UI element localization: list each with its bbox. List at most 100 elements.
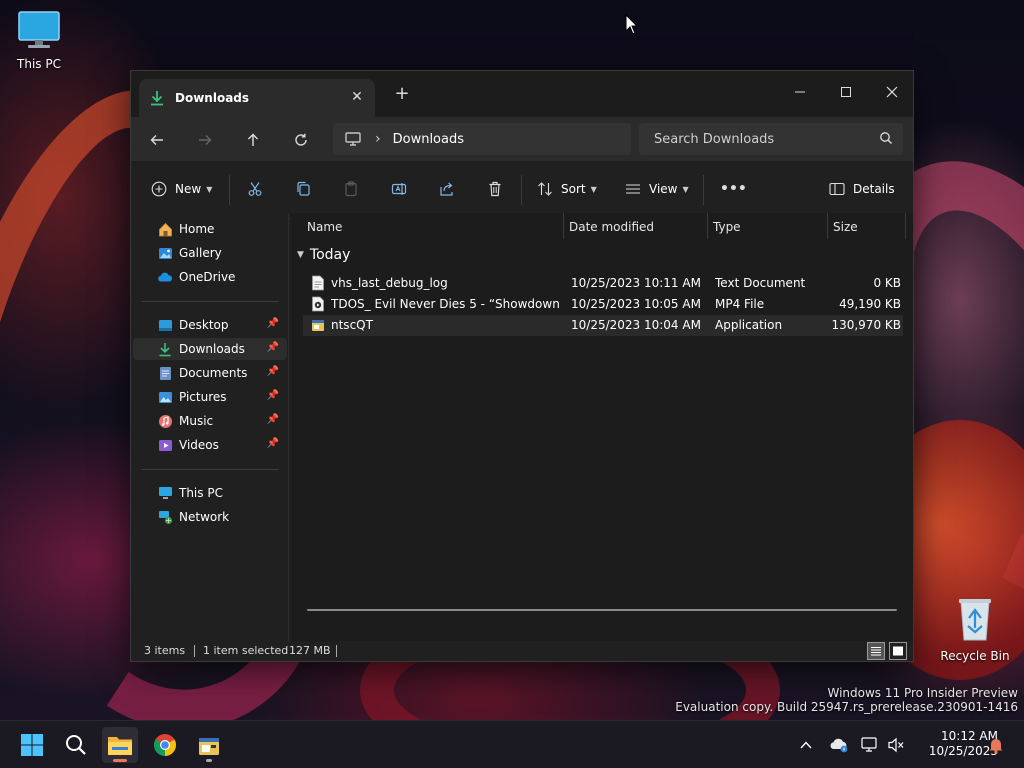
paste-icon: [345, 181, 357, 197]
sidebar-item-label: Desktop: [179, 318, 229, 332]
pin-icon[interactable]: 📌: [267, 438, 279, 449]
column-header-date-modified[interactable]: Date modified: [561, 213, 705, 241]
taskbar-search-button[interactable]: [58, 727, 94, 763]
sidebar-item-network[interactable]: Network: [133, 506, 287, 528]
arrow-right-icon: [199, 135, 212, 145]
new-button[interactable]: New ▼: [151, 175, 212, 203]
file-row[interactable]: TDOS_ Evil Never Dies 5 - “Showdown for.…: [303, 294, 903, 315]
desktop-icon-this-pc[interactable]: This PC: [1, 10, 77, 71]
up-button[interactable]: [240, 127, 266, 153]
back-button[interactable]: [144, 127, 170, 153]
sidebar-item-pictures[interactable]: Pictures 📌: [133, 386, 287, 408]
paste-button[interactable]: [343, 175, 359, 203]
address-bar[interactable]: › Downloads: [333, 123, 631, 155]
sidebar-item-downloads[interactable]: Downloads 📌: [133, 338, 287, 360]
column-header-type[interactable]: Type: [705, 213, 827, 241]
rename-button[interactable]: [391, 175, 407, 203]
view-button[interactable]: View ▼: [625, 175, 689, 203]
copy-icon: [297, 181, 310, 196]
share-button[interactable]: [439, 175, 455, 203]
chevron-down-icon[interactable]: ▼: [297, 250, 304, 260]
breadcrumb-downloads[interactable]: Downloads: [393, 132, 464, 147]
column-header-name[interactable]: Name: [299, 213, 563, 241]
sidebar-item-this-pc[interactable]: This PC: [133, 482, 287, 504]
pin-icon[interactable]: 📌: [267, 366, 279, 377]
taskbar-file-explorer[interactable]: [102, 727, 138, 763]
network-tray-button[interactable]: [860, 735, 880, 755]
sidebar-item-label: Pictures: [179, 390, 227, 404]
file-row[interactable]: vhs_last_debug_log 10/25/2023 10:11 AM T…: [303, 273, 903, 294]
file-name: TDOS_ Evil Never Dies 5 - “Showdown for.…: [331, 297, 563, 311]
download-icon: [157, 341, 173, 357]
close-window-button[interactable]: [869, 77, 915, 107]
forward-button[interactable]: [192, 127, 218, 153]
search-icon: [66, 735, 86, 755]
video-file-icon: [312, 296, 324, 312]
search-icon: [880, 132, 892, 144]
close-tab-icon[interactable]: ✕: [349, 89, 365, 105]
new-tab-button[interactable]: +: [393, 85, 411, 103]
minimize-icon: [795, 91, 805, 93]
title-bar[interactable]: Downloads ✕ +: [131, 71, 913, 117]
chevron-down-icon: ▼: [590, 184, 597, 194]
sidebar-item-onedrive[interactable]: OneDrive: [133, 266, 287, 288]
sidebar-item-videos[interactable]: Videos 📌: [133, 434, 287, 456]
network-icon: [157, 509, 173, 525]
sidebar-item-home[interactable]: Home: [133, 218, 287, 240]
pin-icon[interactable]: 📌: [267, 390, 279, 401]
content-area: Home Gallery OneDrive Desktop 📌 Download…: [131, 213, 913, 641]
file-date: 10/25/2023 10:05 AM: [571, 297, 701, 311]
minimize-button[interactable]: [777, 77, 823, 107]
sidebar-item-label: Home: [179, 222, 215, 236]
search-input[interactable]: Search Downloads: [639, 123, 903, 155]
arrow-left-icon: [150, 135, 163, 145]
refresh-button[interactable]: [288, 127, 314, 153]
maximize-button[interactable]: [823, 77, 869, 107]
sidebar-item-desktop[interactable]: Desktop 📌: [133, 314, 287, 336]
group-header-today[interactable]: ▼ Today: [297, 247, 350, 263]
column-label: Date modified: [569, 220, 655, 234]
column-header-size[interactable]: Size: [825, 213, 903, 241]
horizontal-scrollbar[interactable]: [307, 609, 897, 611]
arrow-up-icon: [248, 133, 258, 146]
more-options-button[interactable]: •••: [720, 175, 747, 203]
details-view-icon: [871, 647, 881, 656]
cut-button[interactable]: [247, 175, 263, 203]
pin-icon[interactable]: 📌: [267, 318, 279, 329]
sidebar-item-label: Videos: [179, 438, 219, 452]
pin-icon[interactable]: 📌: [267, 342, 279, 353]
onedrive-icon: [830, 738, 848, 753]
chevron-down-icon: ▼: [682, 184, 689, 194]
chevron-up-icon: [800, 741, 812, 749]
delete-button[interactable]: [487, 175, 503, 203]
file-row[interactable]: ntscQT 10/25/2023 10:04 AM Application 1…: [303, 315, 903, 336]
toolbar-divider: [229, 175, 230, 205]
column-label: Type: [713, 220, 741, 234]
desktop-icon-recycle-bin[interactable]: Recycle Bin: [937, 596, 1013, 663]
onedrive-tray-button[interactable]: [829, 735, 849, 755]
tab-downloads[interactable]: Downloads ✕: [139, 79, 375, 117]
show-hidden-icons-button[interactable]: [796, 735, 816, 755]
taskbar-ntscqt[interactable]: [191, 727, 227, 763]
volume-tray-button[interactable]: [886, 735, 906, 755]
sidebar-item-documents[interactable]: Documents 📌: [133, 362, 287, 384]
sidebar-item-music[interactable]: Music 📌: [133, 410, 287, 432]
start-button[interactable]: [14, 727, 50, 763]
status-bar: 3 items 1 item selected 127 MB: [131, 641, 913, 661]
tiles-view-button[interactable]: [889, 642, 907, 660]
file-size: 0 KB: [873, 276, 901, 290]
taskbar-chrome[interactable]: [147, 727, 183, 763]
chevron-right-icon[interactable]: ›: [375, 131, 381, 147]
details-pane-button[interactable]: Details: [829, 175, 895, 203]
sidebar-item-gallery[interactable]: Gallery: [133, 242, 287, 264]
details-view-button[interactable]: [867, 642, 885, 660]
sort-button[interactable]: Sort ▼: [537, 175, 597, 203]
column-divider[interactable]: [905, 213, 906, 239]
notifications-button[interactable]: [986, 735, 1006, 755]
sidebar-item-label: OneDrive: [179, 270, 236, 284]
command-bar: New ▼ Sort ▼ View ▼ ••• Details: [131, 161, 913, 219]
share-icon: [440, 182, 453, 196]
pin-icon[interactable]: 📌: [267, 414, 279, 425]
network-icon: [861, 737, 877, 752]
copy-button[interactable]: [295, 175, 311, 203]
